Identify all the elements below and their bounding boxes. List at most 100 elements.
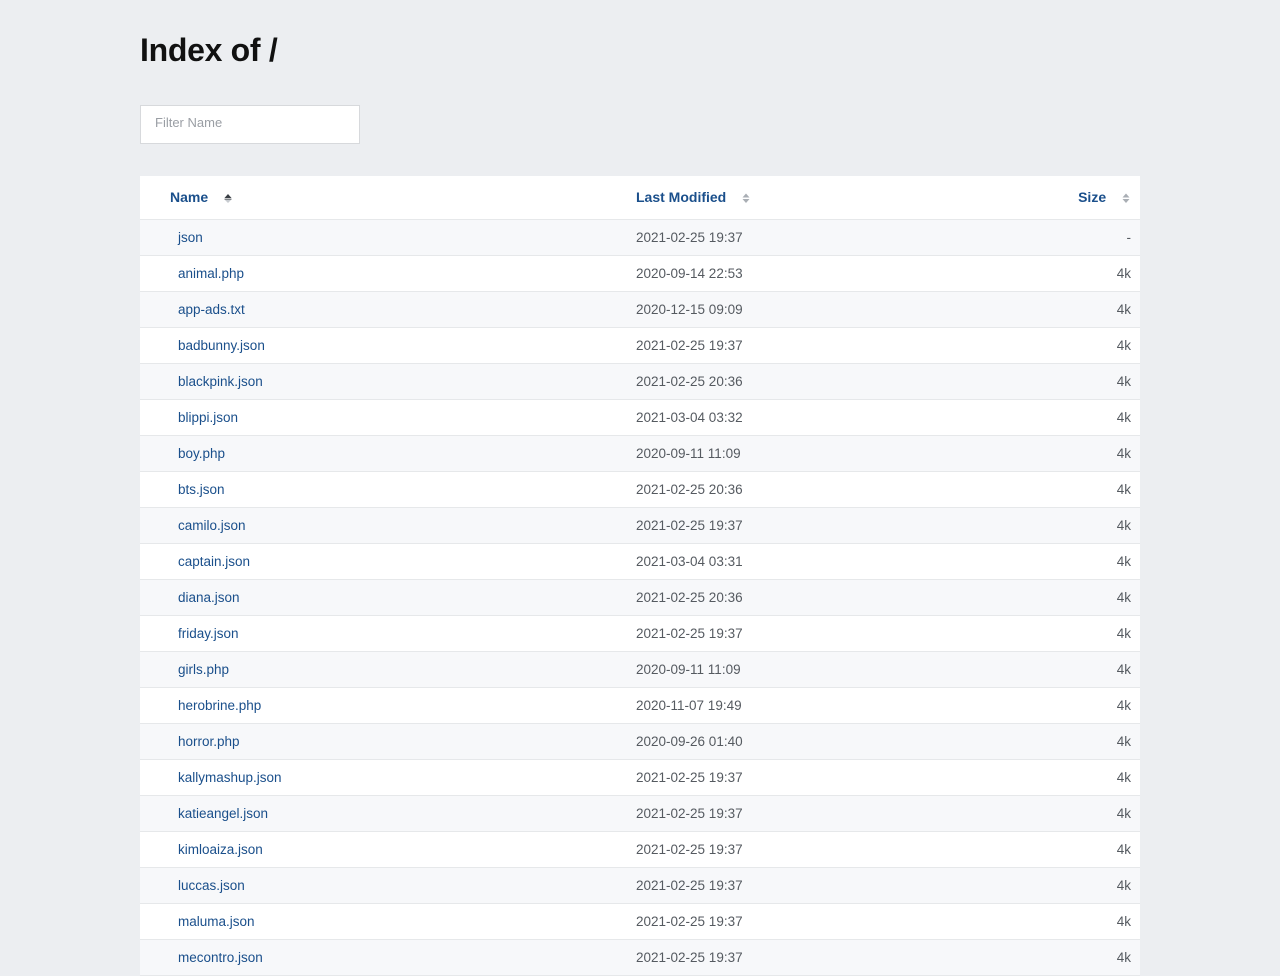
name-cell: kimloaiza.json xyxy=(140,831,636,867)
modified-cell: 2021-02-25 20:36 xyxy=(636,373,743,389)
modified-cell: 2021-02-25 19:37 xyxy=(636,805,743,821)
file-link[interactable]: camilo.json xyxy=(178,518,246,533)
table-row[interactable]: badbunny.json 2021-02-25 19:37 4k xyxy=(140,327,1140,363)
table-row[interactable]: horror.php 2020-09-26 01:40 4k xyxy=(140,723,1140,759)
name-cell: katieangel.json xyxy=(140,795,636,831)
size-cell: 4k xyxy=(1116,481,1131,497)
table-row[interactable]: bts.json 2021-02-25 20:36 4k xyxy=(140,471,1140,507)
table-row[interactable]: kimloaiza.json 2021-02-25 19:37 4k xyxy=(140,831,1140,867)
modified-cell: 2020-09-11 11:09 xyxy=(636,445,741,461)
size-cell: 4k xyxy=(1116,265,1131,281)
sort-icon[interactable] xyxy=(1122,192,1130,204)
table-row[interactable]: herobrine.php 2020-11-07 19:49 4k xyxy=(140,687,1140,723)
table-row[interactable]: captain.json 2021-03-04 03:31 4k xyxy=(140,543,1140,579)
sort-icon[interactable] xyxy=(742,192,750,204)
size-cell: 4k xyxy=(1116,697,1131,713)
modified-column-header[interactable]: Last Modified xyxy=(636,176,936,219)
size-cell: 4k xyxy=(1116,589,1131,605)
table-row[interactable]: blackpink.json 2021-02-25 20:36 4k xyxy=(140,363,1140,399)
table-row[interactable]: girls.php 2020-09-11 11:09 4k xyxy=(140,651,1140,687)
file-link[interactable]: app-ads.txt xyxy=(178,302,245,317)
modified-cell: 2021-03-04 03:32 xyxy=(636,409,743,425)
name-cell: herobrine.php xyxy=(140,687,636,723)
modified-cell: 2021-02-25 19:37 xyxy=(636,337,743,353)
size-cell: 4k xyxy=(1116,949,1131,965)
file-link[interactable]: badbunny.json xyxy=(178,338,265,353)
modified-cell: 2021-02-25 19:37 xyxy=(636,913,743,929)
name-cell: kallymashup.json xyxy=(140,759,636,795)
name-cell: badbunny.json xyxy=(140,327,636,363)
modified-header-label[interactable]: Last Modified xyxy=(636,189,726,205)
size-column-header[interactable]: Size xyxy=(936,176,1140,219)
file-link[interactable]: blippi.json xyxy=(178,410,238,425)
size-cell: 4k xyxy=(1116,337,1131,353)
file-link[interactable]: captain.json xyxy=(178,554,250,569)
name-cell: bts.json xyxy=(140,471,636,507)
name-cell: blackpink.json xyxy=(140,363,636,399)
name-cell: animal.php xyxy=(140,255,636,291)
table-row[interactable]: kallymashup.json 2021-02-25 19:37 4k xyxy=(140,759,1140,795)
size-cell: 4k xyxy=(1116,805,1131,821)
name-cell: friday.json xyxy=(140,615,636,651)
table-row[interactable]: diana.json 2021-02-25 20:36 4k xyxy=(140,579,1140,615)
modified-cell: 2020-11-07 19:49 xyxy=(636,697,742,713)
name-cell: captain.json xyxy=(140,543,636,579)
file-link[interactable]: bts.json xyxy=(178,482,225,497)
sort-ascending-icon[interactable] xyxy=(224,192,232,204)
table-row[interactable]: json 2021-02-25 19:37 - xyxy=(140,219,1140,255)
filter-name-input[interactable] xyxy=(141,106,355,140)
file-link[interactable]: boy.php xyxy=(178,446,225,461)
filter-box xyxy=(140,105,360,144)
modified-cell: 2020-09-14 22:53 xyxy=(636,265,743,281)
file-link[interactable]: girls.php xyxy=(178,662,229,677)
file-link[interactable]: blackpink.json xyxy=(178,374,263,389)
name-cell: mecontro.json xyxy=(140,939,636,975)
name-header-label[interactable]: Name xyxy=(170,189,208,205)
size-cell: 4k xyxy=(1116,301,1131,317)
modified-cell: 2021-02-25 19:37 xyxy=(636,949,743,965)
name-cell: boy.php xyxy=(140,435,636,471)
file-link[interactable]: mecontro.json xyxy=(178,950,263,965)
table-header: Name Last Modified Size xyxy=(140,176,1140,219)
size-cell: 4k xyxy=(1116,769,1131,785)
name-cell: diana.json xyxy=(140,579,636,615)
size-cell: 4k xyxy=(1116,409,1131,425)
table-row[interactable]: blippi.json 2021-03-04 03:32 4k xyxy=(140,399,1140,435)
table-row[interactable]: maluma.json 2021-02-25 19:37 4k xyxy=(140,903,1140,939)
modified-cell: 2021-02-25 19:37 xyxy=(636,877,743,893)
file-link[interactable]: luccas.json xyxy=(178,878,245,893)
size-header-label[interactable]: Size xyxy=(1078,189,1106,205)
file-link[interactable]: herobrine.php xyxy=(178,698,261,713)
table-row[interactable]: katieangel.json 2021-02-25 19:37 4k xyxy=(140,795,1140,831)
table-row[interactable]: app-ads.txt 2020-12-15 09:09 4k xyxy=(140,291,1140,327)
file-link[interactable]: kimloaiza.json xyxy=(178,842,263,857)
table-row[interactable]: mecontro.json 2021-02-25 19:37 4k xyxy=(140,939,1140,975)
name-cell: json xyxy=(140,219,636,255)
modified-cell: 2020-12-15 09:09 xyxy=(636,301,743,317)
size-cell: 4k xyxy=(1116,661,1131,677)
table-row[interactable]: luccas.json 2021-02-25 19:37 4k xyxy=(140,867,1140,903)
file-link[interactable]: horror.php xyxy=(178,734,240,749)
table-row[interactable]: boy.php 2020-09-11 11:09 4k xyxy=(140,435,1140,471)
table-row[interactable]: friday.json 2021-02-25 19:37 4k xyxy=(140,615,1140,651)
modified-cell: 2020-09-11 11:09 xyxy=(636,661,741,677)
name-cell: horror.php xyxy=(140,723,636,759)
file-link[interactable]: diana.json xyxy=(178,590,240,605)
file-link[interactable]: maluma.json xyxy=(178,914,255,929)
table-row[interactable]: animal.php 2020-09-14 22:53 4k xyxy=(140,255,1140,291)
file-link[interactable]: json xyxy=(178,230,203,245)
table-row[interactable]: camilo.json 2021-02-25 19:37 4k xyxy=(140,507,1140,543)
file-link[interactable]: friday.json xyxy=(178,626,239,641)
file-link[interactable]: kallymashup.json xyxy=(178,770,282,785)
size-cell: 4k xyxy=(1116,877,1131,893)
modified-cell: 2021-02-25 19:37 xyxy=(636,625,743,641)
name-column-header[interactable]: Name xyxy=(140,176,636,219)
modified-cell: 2021-02-25 19:37 xyxy=(636,229,743,245)
name-cell: app-ads.txt xyxy=(140,291,636,327)
size-cell: 4k xyxy=(1116,841,1131,857)
name-cell: camilo.json xyxy=(140,507,636,543)
file-link[interactable]: katieangel.json xyxy=(178,806,268,821)
size-cell: 4k xyxy=(1116,373,1131,389)
name-cell: girls.php xyxy=(140,651,636,687)
file-link[interactable]: animal.php xyxy=(178,266,244,281)
